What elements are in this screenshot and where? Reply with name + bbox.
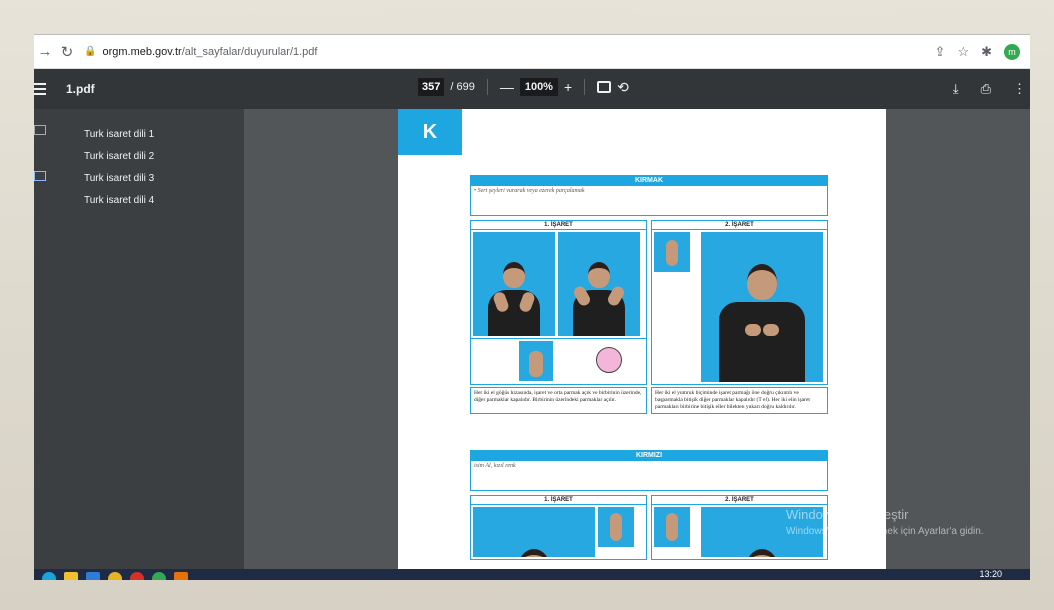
reload-icon[interactable]: ↻ bbox=[56, 41, 78, 63]
sign-label: 2. İŞARET bbox=[652, 496, 827, 505]
app-taskbar-icon[interactable] bbox=[130, 572, 144, 580]
watermark-title: Windows'u Etkinleştir bbox=[786, 507, 909, 522]
sign-columns: 1. İŞARET 2. İŞARET bbox=[470, 220, 828, 385]
page-number-input[interactable]: 357 bbox=[418, 78, 445, 96]
sign-description: Her iki el yumruk biçiminde işaret parma… bbox=[651, 387, 828, 414]
entry-header: KIRMIZI bbox=[470, 450, 828, 461]
photo-row bbox=[471, 505, 646, 559]
divider bbox=[584, 79, 586, 95]
url-field[interactable]: 🔒 orgm.meb.gov.tr/alt_sayfalar/duyurular… bbox=[84, 46, 317, 58]
print-icon[interactable]: ⎙ bbox=[981, 81, 991, 97]
sign-column: 2. İŞARET bbox=[651, 220, 828, 385]
more-options-icon[interactable]: ⋮ bbox=[1013, 81, 1026, 97]
hamburger-menu-icon[interactable] bbox=[34, 83, 52, 95]
zoom-out-button[interactable]: — bbox=[500, 79, 514, 95]
app-taskbar-icon[interactable] bbox=[108, 572, 122, 580]
sign-column: 1. İŞARET bbox=[470, 495, 647, 560]
sign-description: Her iki el göğüs hizasında, işaret ve or… bbox=[470, 387, 647, 414]
sign-photo bbox=[701, 232, 823, 382]
handshape-photo bbox=[654, 232, 690, 272]
pdf-page: K KIRMAK • Sert şeyleri vurarak veya eze… bbox=[398, 109, 886, 569]
sign-photo bbox=[558, 232, 640, 336]
outline-item[interactable]: Turk isaret dili 1 bbox=[84, 129, 154, 140]
sign-label: 1. İŞARET bbox=[471, 496, 646, 505]
screen: → ↻ 🔒 orgm.meb.gov.tr/alt_sayfalar/duyur… bbox=[34, 34, 1030, 580]
sign-photo bbox=[473, 507, 595, 557]
signer-figure bbox=[746, 549, 778, 557]
signer-figure bbox=[518, 549, 550, 557]
fit-page-icon[interactable] bbox=[597, 81, 612, 93]
entry-header: KIRMAK bbox=[470, 175, 828, 186]
hand-shape bbox=[666, 513, 678, 541]
browser-taskbar-icon[interactable] bbox=[42, 572, 56, 580]
entry-definition: isim Al, kızıl renk bbox=[470, 461, 828, 491]
download-icon[interactable]: ⤓ bbox=[953, 81, 959, 97]
signer-figure bbox=[719, 264, 805, 382]
zoom-input[interactable]: 100% bbox=[519, 78, 558, 96]
divider bbox=[486, 79, 488, 95]
pdf-toolbar: 1.pdf 357 / 699 — 100% + ⟲ ⤓ ⎙ ⋮ bbox=[34, 69, 1030, 109]
extensions-icon[interactable]: ✱ bbox=[981, 44, 992, 60]
rotate-icon[interactable]: ⟲ bbox=[617, 79, 629, 96]
outline-icon[interactable] bbox=[34, 171, 46, 181]
zoom-in-button[interactable]: + bbox=[564, 79, 572, 95]
hand-shape bbox=[610, 513, 622, 541]
handshape-photo bbox=[598, 507, 634, 547]
store-taskbar-icon[interactable] bbox=[86, 572, 100, 580]
page-total: / 699 bbox=[450, 81, 475, 93]
taskbar: 13:20 bbox=[34, 569, 1030, 580]
taskbar-clock: 13:20 bbox=[979, 569, 1002, 579]
pdf-sidebar: Turk isaret dili 1 Turk isaret dili 2 Tu… bbox=[34, 109, 244, 580]
forward-arrow-icon[interactable]: → bbox=[34, 41, 56, 63]
sign-columns: 1. İŞARET 2. İŞARET bbox=[470, 495, 828, 560]
page-controls: 357 / 699 — 100% + ⟲ bbox=[418, 78, 629, 96]
url-host: orgm.meb.gov.tr bbox=[102, 45, 182, 58]
app-taskbar-icon[interactable] bbox=[174, 572, 188, 580]
dictionary-entry: KIRMAK • Sert şeyleri vurarak veya ezere… bbox=[470, 175, 828, 414]
pdf-right-tools: ⤓ ⎙ ⋮ bbox=[953, 81, 1026, 97]
hand-shape bbox=[666, 240, 678, 266]
sidebar-tabs bbox=[34, 125, 46, 181]
detail-row bbox=[471, 338, 646, 383]
windows-activation-watermark: Windows'u Etkinleştir Windows'u etkinleş… bbox=[786, 507, 984, 537]
profile-avatar[interactable]: m bbox=[1004, 43, 1020, 60]
url-path: /alt_sayfalar/duyurular/1.pdf bbox=[181, 45, 318, 58]
photo-row bbox=[652, 230, 827, 384]
letter-tab: K bbox=[398, 109, 462, 155]
hand-shape bbox=[745, 324, 761, 336]
hand-shape bbox=[529, 351, 543, 377]
entry-definition: • Sert şeyleri vurarak veya ezerek parça… bbox=[470, 186, 828, 216]
browser-address-bar: → ↻ 🔒 orgm.meb.gov.tr/alt_sayfalar/duyur… bbox=[34, 35, 1030, 69]
watermark-subtitle: Windows'u etkinleştirmek için Ayarlar'a … bbox=[786, 526, 984, 537]
movement-illustration bbox=[580, 341, 640, 381]
dictionary-entry: KIRMIZI isim Al, kızıl renk 1. İŞARET 2.… bbox=[470, 450, 828, 560]
share-icon[interactable]: ⇪ bbox=[935, 44, 946, 60]
outline-item[interactable]: Turk isaret dili 4 bbox=[84, 195, 154, 206]
chrome-taskbar-icon[interactable] bbox=[152, 572, 166, 580]
description-row: Her iki el göğüs hizasında, işaret ve or… bbox=[470, 387, 828, 414]
hand-shape bbox=[763, 324, 779, 336]
monitor-frame: → ↻ 🔒 orgm.meb.gov.tr/alt_sayfalar/duyur… bbox=[0, 0, 1054, 610]
handshape-photo bbox=[519, 341, 553, 381]
lock-icon: 🔒 bbox=[84, 46, 97, 57]
bookmark-star-icon[interactable]: ☆ bbox=[957, 44, 969, 60]
document-outline: Turk isaret dili 1 Turk isaret dili 2 Tu… bbox=[84, 129, 154, 206]
outline-item[interactable]: Turk isaret dili 3 bbox=[84, 173, 154, 184]
browser-actions: ⇪ ☆ ✱ m bbox=[935, 43, 1030, 60]
document-title: 1.pdf bbox=[66, 82, 95, 96]
sign-label: 2. İŞARET bbox=[652, 221, 827, 230]
sign-label: 1. İŞARET bbox=[471, 221, 646, 230]
sign-photo bbox=[473, 232, 555, 336]
thumbnails-icon[interactable] bbox=[34, 125, 46, 135]
handshape-photo bbox=[654, 507, 690, 547]
folder-taskbar-icon[interactable] bbox=[64, 572, 78, 580]
sign-column: 1. İŞARET bbox=[470, 220, 647, 385]
photo-row bbox=[471, 230, 646, 338]
outline-item[interactable]: Turk isaret dili 2 bbox=[84, 151, 154, 162]
